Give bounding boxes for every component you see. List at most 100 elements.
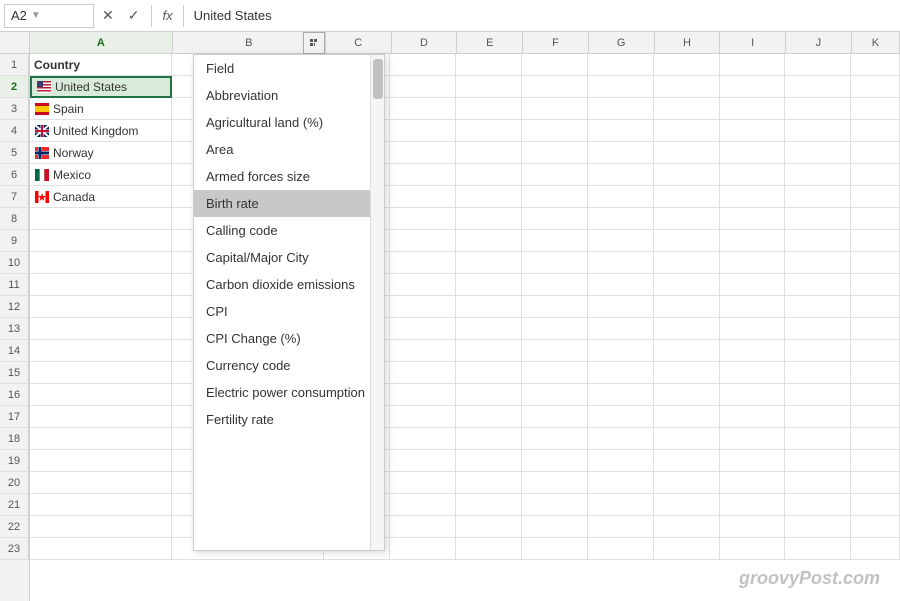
col-header-i[interactable]: I bbox=[720, 32, 786, 53]
cell-i14[interactable] bbox=[720, 340, 786, 362]
cell-f8[interactable] bbox=[522, 208, 588, 230]
cell-h19[interactable] bbox=[654, 450, 720, 472]
cell-i4[interactable] bbox=[720, 120, 786, 142]
cell-g6[interactable] bbox=[588, 164, 654, 186]
cell-d17[interactable] bbox=[390, 406, 456, 428]
dropdown-item-agricultural-land[interactable]: Agricultural land (%) bbox=[194, 109, 384, 136]
cancel-icon[interactable]: ✕ bbox=[98, 5, 118, 26]
cell-d20[interactable] bbox=[390, 472, 456, 494]
cell-j3[interactable] bbox=[785, 98, 851, 120]
cell-f3[interactable] bbox=[522, 98, 588, 120]
cell-g16[interactable] bbox=[588, 384, 654, 406]
cell-f13[interactable] bbox=[522, 318, 588, 340]
cell-f10[interactable] bbox=[522, 252, 588, 274]
col-header-d[interactable]: D bbox=[392, 32, 458, 53]
cell-a2[interactable]: United States bbox=[30, 76, 172, 98]
cell-j1[interactable] bbox=[785, 54, 851, 76]
cell-d22[interactable] bbox=[390, 516, 456, 538]
cell-f4[interactable] bbox=[522, 120, 588, 142]
cell-d9[interactable] bbox=[390, 230, 456, 252]
cell-j20[interactable] bbox=[785, 472, 851, 494]
cell-d1[interactable] bbox=[390, 54, 456, 76]
row-num-6[interactable]: 6 bbox=[0, 164, 29, 186]
cell-h13[interactable] bbox=[654, 318, 720, 340]
cell-h5[interactable] bbox=[654, 142, 720, 164]
cell-f9[interactable] bbox=[522, 230, 588, 252]
cell-h11[interactable] bbox=[654, 274, 720, 296]
cell-i23[interactable] bbox=[720, 538, 786, 560]
cell-d10[interactable] bbox=[390, 252, 456, 274]
cell-j12[interactable] bbox=[785, 296, 851, 318]
dropdown-item-fertility-rate[interactable]: Fertility rate bbox=[194, 406, 384, 433]
cell-i15[interactable] bbox=[720, 362, 786, 384]
cell-i11[interactable] bbox=[720, 274, 786, 296]
cell-j5[interactable] bbox=[785, 142, 851, 164]
cell-k12[interactable] bbox=[851, 296, 900, 318]
cell-a10[interactable] bbox=[30, 252, 172, 274]
cell-f14[interactable] bbox=[522, 340, 588, 362]
row-num-22[interactable]: 22 bbox=[0, 516, 29, 538]
cell-g23[interactable] bbox=[588, 538, 654, 560]
col-header-c[interactable]: C bbox=[326, 32, 392, 53]
cell-e23[interactable] bbox=[456, 538, 522, 560]
dropdown-scrollbar-thumb[interactable] bbox=[373, 59, 383, 99]
cell-h15[interactable] bbox=[654, 362, 720, 384]
cell-k15[interactable] bbox=[851, 362, 900, 384]
cell-a8[interactable] bbox=[30, 208, 172, 230]
cell-e4[interactable] bbox=[456, 120, 522, 142]
cell-h4[interactable] bbox=[654, 120, 720, 142]
cell-j11[interactable] bbox=[785, 274, 851, 296]
col-header-k[interactable]: K bbox=[852, 32, 900, 53]
cell-a3[interactable]: Spain bbox=[30, 98, 172, 120]
row-num-9[interactable]: 9 bbox=[0, 230, 29, 252]
cell-e11[interactable] bbox=[456, 274, 522, 296]
dropdown-item-capital-city[interactable]: Capital/Major City bbox=[194, 244, 384, 271]
cell-d11[interactable] bbox=[390, 274, 456, 296]
cell-d12[interactable] bbox=[390, 296, 456, 318]
cell-e9[interactable] bbox=[456, 230, 522, 252]
cell-e18[interactable] bbox=[456, 428, 522, 450]
cell-k14[interactable] bbox=[851, 340, 900, 362]
cell-e6[interactable] bbox=[456, 164, 522, 186]
cell-g8[interactable] bbox=[588, 208, 654, 230]
cell-d14[interactable] bbox=[390, 340, 456, 362]
cell-k6[interactable] bbox=[851, 164, 900, 186]
cell-j18[interactable] bbox=[785, 428, 851, 450]
cell-h9[interactable] bbox=[654, 230, 720, 252]
row-num-23[interactable]: 23 bbox=[0, 538, 29, 560]
cell-k11[interactable] bbox=[851, 274, 900, 296]
dropdown-item-field[interactable]: Field bbox=[194, 55, 384, 82]
cell-a22[interactable] bbox=[30, 516, 172, 538]
cell-i2[interactable] bbox=[720, 76, 786, 98]
cell-h23[interactable] bbox=[654, 538, 720, 560]
cell-a12[interactable] bbox=[30, 296, 172, 318]
col-header-h[interactable]: H bbox=[655, 32, 721, 53]
cell-a18[interactable] bbox=[30, 428, 172, 450]
cell-e15[interactable] bbox=[456, 362, 522, 384]
row-num-7[interactable]: 7 bbox=[0, 186, 29, 208]
cell-g3[interactable] bbox=[588, 98, 654, 120]
cell-d6[interactable] bbox=[390, 164, 456, 186]
cell-k22[interactable] bbox=[851, 516, 900, 538]
cell-i19[interactable] bbox=[720, 450, 786, 472]
confirm-icon[interactable]: ✓ bbox=[124, 5, 144, 26]
cell-h20[interactable] bbox=[654, 472, 720, 494]
cell-f19[interactable] bbox=[522, 450, 588, 472]
cell-k21[interactable] bbox=[851, 494, 900, 516]
cell-f11[interactable] bbox=[522, 274, 588, 296]
cell-d16[interactable] bbox=[390, 384, 456, 406]
col-header-e[interactable]: E bbox=[457, 32, 523, 53]
cell-h10[interactable] bbox=[654, 252, 720, 274]
cell-d18[interactable] bbox=[390, 428, 456, 450]
cell-k20[interactable] bbox=[851, 472, 900, 494]
cell-g15[interactable] bbox=[588, 362, 654, 384]
cell-e21[interactable] bbox=[456, 494, 522, 516]
cell-h21[interactable] bbox=[654, 494, 720, 516]
row-num-4[interactable]: 4 bbox=[0, 120, 29, 142]
cell-a6[interactable]: Mexico bbox=[30, 164, 172, 186]
cell-h6[interactable] bbox=[654, 164, 720, 186]
cell-k3[interactable] bbox=[851, 98, 900, 120]
cell-k4[interactable] bbox=[851, 120, 900, 142]
row-num-11[interactable]: 11 bbox=[0, 274, 29, 296]
cell-d4[interactable] bbox=[390, 120, 456, 142]
